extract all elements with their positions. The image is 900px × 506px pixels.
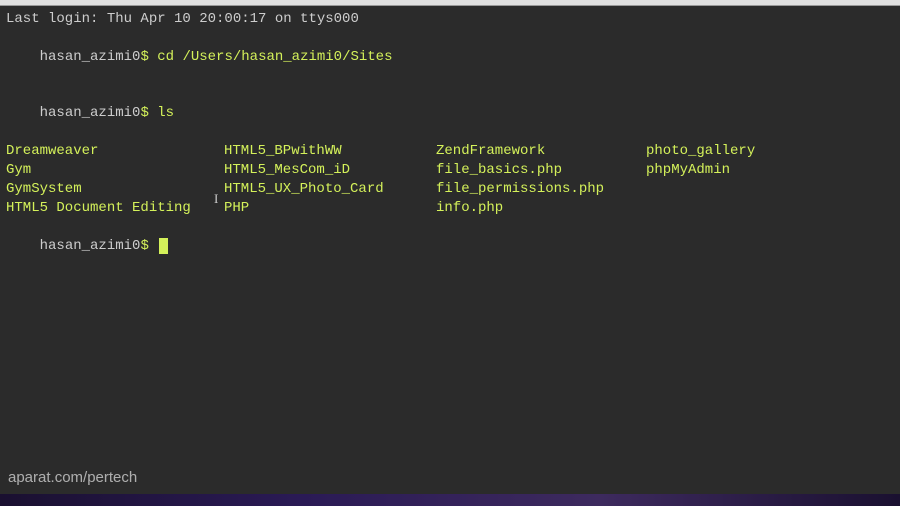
ls-item: file_basics.php xyxy=(436,161,646,180)
prompt-user: hasan_azimi0 xyxy=(40,49,141,65)
ls-item xyxy=(646,180,894,199)
ibeam-cursor-icon: I xyxy=(214,190,218,208)
ls-item: ZendFramework xyxy=(436,142,646,161)
ls-item: info.php xyxy=(436,199,646,218)
command-ls: ls xyxy=(157,105,174,121)
prompt-line-idle[interactable]: hasan_azimi0$ xyxy=(6,218,894,275)
dock-strip xyxy=(0,494,900,506)
ls-item: Gym xyxy=(6,161,224,180)
terminal-viewport[interactable]: Last login: Thu Apr 10 20:00:17 on ttys0… xyxy=(0,6,900,278)
ls-item: phpMyAdmin xyxy=(646,161,894,180)
prompt-line-cd: hasan_azimi0$ cd /Users/hasan_azimi0/Sit… xyxy=(6,29,894,86)
ls-item: HTML5_UX_Photo_Card xyxy=(224,180,436,199)
ls-item xyxy=(646,199,894,218)
ls-item: PHP xyxy=(224,199,436,218)
prompt-user: hasan_azimi0 xyxy=(40,238,141,254)
ls-output: Dreamweaver HTML5_BPwithWW ZendFramework… xyxy=(6,142,894,218)
ls-item: GymSystem xyxy=(6,180,224,199)
watermark-text: aparat.com/pertech xyxy=(8,468,137,488)
last-login-line: Last login: Thu Apr 10 20:00:17 on ttys0… xyxy=(6,10,894,29)
ls-item: HTML5_BPwithWW xyxy=(224,142,436,161)
prompt-line-ls: hasan_azimi0$ ls xyxy=(6,86,894,143)
ls-item: Dreamweaver xyxy=(6,142,224,161)
prompt-dollar: $ xyxy=(140,238,148,254)
prompt-dollar: $ xyxy=(140,49,148,65)
cursor-block xyxy=(159,238,168,254)
prompt-dollar: $ xyxy=(140,105,148,121)
ls-item: HTML5 Document Editing xyxy=(6,199,224,218)
command-cd: cd /Users/hasan_azimi0/Sites xyxy=(157,49,392,65)
ls-item: photo_gallery xyxy=(646,142,894,161)
prompt-user: hasan_azimi0 xyxy=(40,105,141,121)
ls-item: HTML5_MesCom_iD xyxy=(224,161,436,180)
ls-item: file_permissions.php xyxy=(436,180,646,199)
